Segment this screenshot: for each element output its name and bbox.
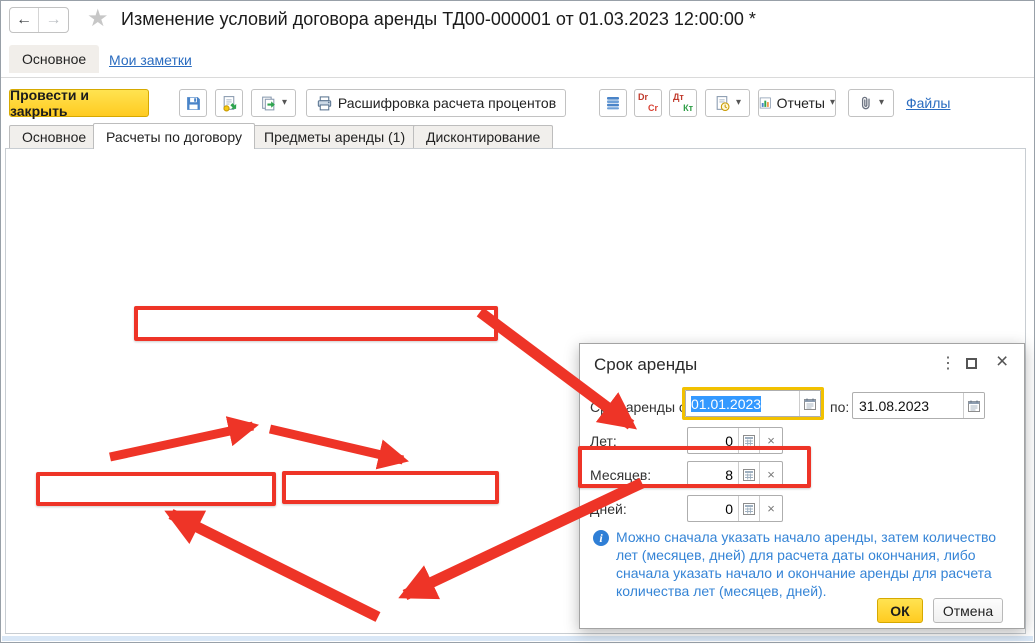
forward-button[interactable]: → [39, 8, 68, 32]
years-label: Лет: [590, 433, 617, 449]
interest-breakdown-button[interactable]: Расшифровка расчета процентов [306, 89, 566, 117]
chevron-down-icon: ▾ [830, 98, 835, 108]
days-input[interactable]: 0 [688, 496, 738, 521]
back-arrow-icon: ← [16, 11, 32, 29]
term-to-input[interactable]: 31.08.2023 [852, 392, 985, 419]
printer-icon [316, 95, 333, 112]
floppy-disk-icon [185, 95, 202, 112]
close-icon[interactable]: × [996, 350, 1008, 374]
lease-term-dialog: Срок аренды ⋮ × Срок аренды с: 01.01.202… [579, 343, 1025, 629]
save-button[interactable] [179, 89, 207, 117]
calculator-icon[interactable] [738, 496, 759, 521]
dt-kt-button[interactable]: ДтКт [669, 89, 697, 117]
term-to-label: по: [830, 399, 849, 415]
list-rows-icon [605, 95, 621, 111]
years-input[interactable]: 0 [688, 428, 738, 453]
create-based-on-button[interactable]: ▾ [251, 89, 296, 117]
paperclip-icon [858, 95, 874, 111]
days-label: Дней: [590, 501, 627, 517]
clear-icon[interactable]: × [759, 428, 782, 453]
dt-kt-icon: ДтКт [673, 93, 693, 113]
register-records-button[interactable] [599, 89, 627, 117]
document-log-button[interactable]: ▾ [705, 89, 750, 117]
app-window: ← → ★ Изменение условий договора аренды … [0, 0, 1035, 643]
calculator-icon[interactable] [738, 428, 759, 453]
dialog-info-text: Можно сначала указать начало аренды, зат… [616, 528, 1014, 600]
term-from-label: Срок аренды с: [590, 399, 690, 415]
calendar-icon[interactable] [799, 391, 820, 416]
dr-cr-icon: DrCr [638, 93, 658, 113]
maximize-icon[interactable] [966, 356, 977, 374]
back-button[interactable]: ← [10, 8, 39, 32]
ok-button[interactable]: ОК [877, 598, 923, 623]
dialog-title: Срок аренды [594, 355, 697, 375]
info-icon: i [593, 530, 609, 546]
chevron-down-icon: ▾ [282, 98, 287, 108]
favorite-star-icon[interactable]: ★ [87, 7, 109, 31]
days-input-group: 0 × [687, 495, 783, 522]
post-document-button[interactable] [215, 89, 243, 117]
nav-tab-main[interactable]: Основное [9, 45, 99, 73]
copy-document-icon [260, 95, 277, 112]
kebab-menu-icon[interactable]: ⋮ [940, 353, 956, 373]
months-input[interactable]: 8 [688, 462, 738, 487]
tab-lease-items[interactable]: Предметы аренды (1) [251, 125, 418, 148]
report-chart-icon [759, 95, 772, 111]
document-clock-icon [714, 95, 731, 112]
calendar-icon[interactable] [963, 393, 984, 418]
clear-icon[interactable]: × [759, 496, 782, 521]
tab-settlements[interactable]: Расчеты по договору [93, 123, 255, 149]
forward-arrow-icon: → [46, 11, 62, 29]
tab-discounting[interactable]: Дисконтирование [413, 125, 553, 148]
files-link[interactable]: Файлы [906, 95, 950, 111]
chevron-down-icon: ▾ [736, 98, 741, 108]
clear-icon[interactable]: × [759, 462, 782, 487]
months-label: Месяцев: [590, 467, 651, 483]
post-and-close-button[interactable]: Провести и закрыть [9, 89, 149, 117]
calculator-icon[interactable] [738, 462, 759, 487]
chevron-down-icon: ▾ [879, 98, 884, 108]
nav-tab-my-notes[interactable]: Мои заметки [109, 52, 192, 68]
term-from-input[interactable]: 01.01.2023 [685, 390, 821, 417]
window-bottom-edge [2, 636, 1033, 641]
months-input-group: 8 × [687, 461, 783, 488]
history-nav: ← → [9, 7, 69, 33]
header-separator [1, 77, 1034, 78]
dr-cr-button[interactable]: DrCr [634, 89, 662, 117]
post-document-icon [221, 95, 238, 112]
page-title: Изменение условий договора аренды ТД00-0… [121, 9, 756, 30]
attachments-button[interactable]: ▾ [848, 89, 894, 117]
tab-main[interactable]: Основное [9, 125, 99, 148]
term-from-field-focus: 01.01.2023 [682, 387, 824, 420]
reports-button[interactable]: Отчеты ▾ [758, 89, 836, 117]
years-input-group: 0 × [687, 427, 783, 454]
cancel-button[interactable]: Отмена [933, 598, 1003, 623]
